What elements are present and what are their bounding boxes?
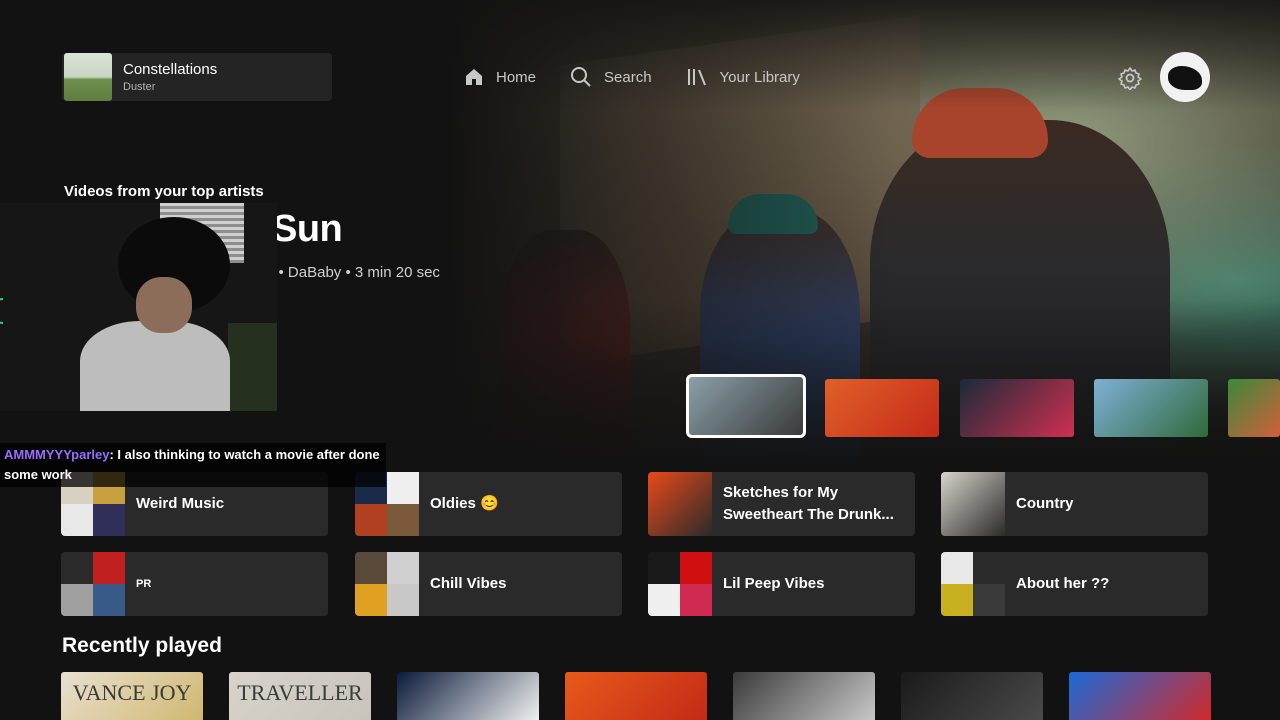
playlist-title: Weird Music: [136, 495, 225, 512]
avatar-image: [1168, 66, 1202, 90]
recently-played-card[interactable]: [901, 672, 1043, 720]
playlist-artwork: [941, 552, 1005, 616]
playlist-artwork-cell: [973, 552, 1005, 584]
nav-home-label: Home: [496, 68, 537, 86]
now-playing-artist: Duster: [123, 81, 156, 93]
playlist-artwork-cell: [93, 584, 125, 616]
now-playing-card[interactable]: Constellations Duster: [62, 53, 332, 101]
playlist-artwork-cell: [61, 504, 93, 536]
nav-library-label: Your Library: [719, 68, 800, 86]
now-playing-text: Constellations Duster: [123, 61, 217, 93]
playlist-artwork: [648, 552, 712, 616]
webcam-person-face: [136, 277, 192, 333]
playlist-artwork-cell: [680, 552, 712, 584]
home-icon: [466, 69, 482, 85]
playlist-artwork-cell: [387, 552, 419, 584]
hero-video-meta: e • DaBaby • 3 min 20 sec: [266, 264, 440, 281]
now-playing-title: Constellations: [123, 61, 218, 78]
video-thumbnail[interactable]: [686, 374, 806, 438]
nav-library[interactable]: Your Library: [686, 67, 800, 87]
chat-overlay: AMMMYYYparley: I also thinking to watch …: [0, 443, 386, 487]
playlist-tile[interactable]: About her ??: [941, 552, 1208, 616]
webcam-ring-light: [0, 292, 22, 330]
playlist-tile[interactable]: Oldies 😊: [355, 472, 622, 536]
playlist-title: Sketches for My Sweetheart The Drunk...: [723, 484, 894, 523]
gear-icon[interactable]: [1118, 66, 1142, 90]
playlist-tile[interactable]: Sketches for My Sweetheart The Drunk...: [648, 472, 915, 536]
hero-section-label: Videos from your top artists: [64, 183, 264, 200]
search-icon: [571, 67, 591, 87]
playlist-artwork-cell: [387, 472, 419, 504]
recently-played-title: Recently played: [62, 634, 222, 657]
playlist-artwork-cell: [648, 552, 680, 584]
playlist-artwork-cell: [61, 552, 93, 584]
nav-search[interactable]: Search: [570, 66, 652, 88]
webcam-overlay: [0, 203, 277, 411]
playlist-artwork-cell: [941, 552, 973, 584]
nav-search-label: Search: [604, 68, 652, 86]
chat-username: AMMMYYYparley: [4, 447, 110, 462]
playlist-tile[interactable]: Chill Vibes: [355, 552, 622, 616]
playlist-artwork-cell: [680, 584, 712, 616]
playlist-tile[interactable]: PR: [61, 552, 328, 616]
library-icon: [687, 69, 706, 86]
playlist-artwork: [355, 552, 419, 616]
playlist-title: Lil Peep Vibes: [723, 575, 825, 592]
playlist-artwork-cell: [941, 584, 973, 616]
recently-played-card[interactable]: [565, 672, 707, 720]
playlist-artwork-cell: [387, 584, 419, 616]
webcam-person-body: [80, 321, 230, 411]
recently-played-card[interactable]: TRAVELLER: [229, 672, 371, 720]
avatar[interactable]: [1160, 52, 1210, 102]
video-thumbnail[interactable]: [960, 379, 1074, 437]
video-thumbnail[interactable]: [825, 379, 939, 437]
playlist-artwork: [648, 472, 712, 536]
playlist-artwork-cell: [355, 504, 387, 536]
playlist-artwork-cell: [93, 504, 125, 536]
playlist-tile[interactable]: Country: [941, 472, 1208, 536]
playlist-artwork-cell: [93, 552, 125, 584]
recently-played-card[interactable]: [397, 672, 539, 720]
playlist-title: Country: [1016, 495, 1074, 512]
recently-played-card[interactable]: [733, 672, 875, 720]
video-thumbnail[interactable]: [1228, 379, 1280, 437]
playlist-artwork-cell: [355, 552, 387, 584]
now-playing-artwork: [64, 53, 112, 101]
playlist-title: About her ??: [1016, 575, 1110, 592]
webcam-plant: [228, 323, 277, 411]
recently-played-card[interactable]: [1069, 672, 1211, 720]
hero-video-title: Sun: [272, 208, 343, 250]
album-art-text: VANCE JOY: [72, 680, 192, 705]
playlist-artwork-cell: [648, 584, 680, 616]
video-thumbnail[interactable]: [1094, 379, 1208, 437]
playlist-artwork-cell: [355, 584, 387, 616]
playlist-title: PR: [136, 578, 152, 590]
top-nav: Home Search Your Library: [464, 66, 834, 88]
playlist-title: Chill Vibes: [430, 575, 507, 592]
playlist-artwork-cell: [61, 584, 93, 616]
playlist-tile[interactable]: Lil Peep Vibes: [648, 552, 915, 616]
playlist-artwork: [61, 552, 125, 616]
playlist-artwork: [941, 472, 1005, 536]
playlist-artwork-cell: [387, 504, 419, 536]
nav-home[interactable]: Home: [464, 67, 536, 87]
recently-played-card[interactable]: VANCE JOY: [61, 672, 203, 720]
playlist-title: Oldies 😊: [430, 495, 499, 512]
album-art-text: TRAVELLER: [237, 680, 363, 705]
playlist-artwork-cell: [973, 584, 1005, 616]
